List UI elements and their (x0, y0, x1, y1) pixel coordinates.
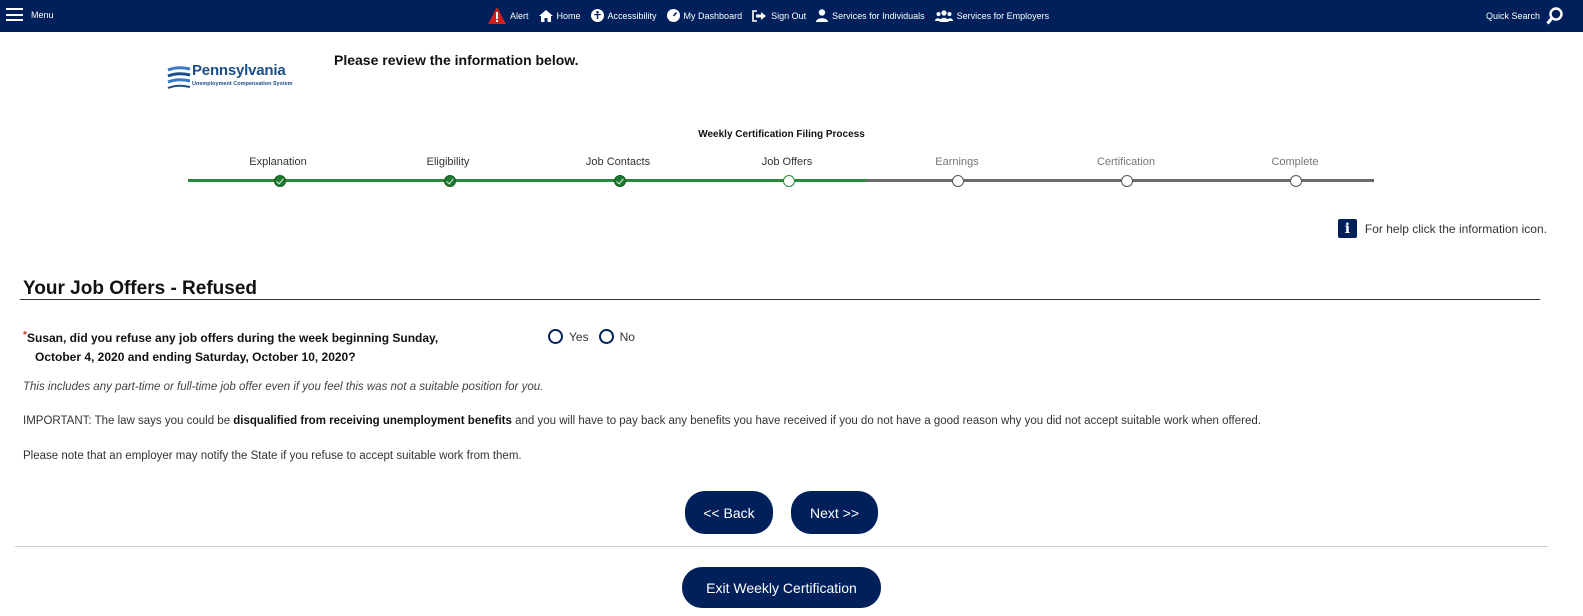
search-icon[interactable] (1546, 7, 1563, 25)
quick-search-label: Quick Search (1485, 11, 1540, 21)
help-hint: i For help click the information icon. (1337, 219, 1547, 238)
step-label-earnings: Earnings (935, 156, 979, 168)
important-notice: IMPORTANT: The law says you could be dis… (23, 415, 1261, 427)
logo-title: Pennsylvania (192, 62, 286, 79)
top-nav-links: Alert Home Accessibility My Dashboard Si… (488, 7, 1049, 24)
refused-offer-question: * Susan, did you refuse any job offers d… (23, 329, 527, 367)
accessibility-icon (590, 9, 604, 22)
progress-tracker: Explanation Eligibility Job Contacts Job… (0, 150, 1583, 190)
alert-icon (488, 7, 506, 24)
important-prefix: IMPORTANT: The law says you could be (23, 415, 234, 427)
help-text: For help click the information icon. (1364, 221, 1547, 236)
nav-dashboard-label: My Dashboard (683, 10, 743, 21)
radio-no-label[interactable]: No (620, 330, 635, 344)
dashboard-icon (666, 9, 680, 22)
employer-notify-note: Please note that an employer may notify … (23, 450, 522, 462)
question-line-1: Susan, did you refuse any job offers dur… (27, 331, 439, 345)
step-label-certification: Certification (1096, 156, 1156, 168)
home-icon (538, 9, 553, 22)
menu-label: Menu (31, 9, 54, 20)
step-label-job-offers: Job Offers (761, 156, 813, 168)
menu-button[interactable]: Menu (6, 8, 54, 21)
step-dot-job-contacts-check-icon (614, 175, 626, 187)
important-suffix: and you will have to pay back any benefi… (511, 415, 1261, 427)
nav-accessibility-label: Accessibility (607, 10, 657, 21)
next-button[interactable]: Next >> (791, 491, 878, 534)
step-dot-eligibility-check-icon (444, 175, 456, 187)
footer-divider (15, 546, 1548, 547)
nav-home[interactable]: Home (538, 9, 581, 22)
nav-services-individuals[interactable]: Services for Individuals (816, 9, 925, 22)
step-label-explanation: Explanation (249, 156, 307, 168)
nav-home-label: Home (556, 10, 581, 21)
step-label-eligibility: Eligibility (426, 156, 470, 168)
radio-yes-label[interactable]: Yes (569, 330, 589, 344)
step-dot-certification (1121, 175, 1133, 187)
required-marker: * (23, 330, 27, 341)
step-label-complete: Complete (1271, 156, 1319, 168)
review-heading: Please review the information below. (334, 52, 579, 68)
progress-line-complete (188, 179, 866, 182)
logo-subtitle: Unemployment Compensation System (192, 81, 293, 87)
question-line-2: October 4, 2020 and ending Saturday, Oct… (35, 350, 356, 364)
radio-no[interactable]: No (598, 329, 635, 344)
nav-accessibility[interactable]: Accessibility (590, 9, 657, 22)
nav-services-individuals-label: Services for Individuals (832, 10, 925, 21)
nav-sign-out-label: Sign Out (771, 10, 807, 21)
progress-title: Weekly Certification Filing Process (698, 129, 865, 140)
nav-dashboard[interactable]: My Dashboard (666, 9, 743, 22)
radio-no-circle[interactable] (598, 329, 614, 344)
nav-alert[interactable]: Alert (488, 7, 529, 24)
nav-services-employers[interactable]: Services for Employers (934, 9, 1050, 22)
info-icon[interactable]: i (1337, 219, 1357, 238)
step-dot-earnings (952, 175, 964, 187)
refused-offer-radio-group: Yes No (548, 329, 639, 344)
exit-weekly-certification-button[interactable]: Exit Weekly Certification (682, 567, 881, 608)
section-divider (20, 299, 1540, 300)
top-nav-bar: Menu Alert Home Accessibility My Dashboa… (0, 0, 1583, 32)
important-bold: disqualified from receiving unemployment… (233, 415, 512, 427)
nav-sign-out[interactable]: Sign Out (752, 9, 807, 22)
sign-out-icon (752, 9, 767, 22)
section-title: Your Job Offers - Refused (23, 278, 258, 299)
step-dot-complete (1290, 175, 1302, 187)
step-dot-job-offers (783, 175, 795, 187)
quick-search[interactable]: Quick Search (1486, 7, 1563, 25)
nav-services-employers-label: Services for Employers (956, 10, 1050, 21)
nav-alert-label: Alert (510, 10, 529, 21)
person-icon (816, 9, 829, 22)
pa-uc-logo: Pennsylvania Unemployment Compensation S… (166, 60, 316, 92)
back-button[interactable]: << Back (685, 491, 773, 534)
step-label-job-contacts: Job Contacts (585, 156, 651, 168)
job-offer-note: This includes any part-time or full-time… (23, 381, 544, 393)
radio-yes-circle[interactable] (548, 329, 563, 344)
logo-flag-icon (167, 66, 191, 89)
radio-yes[interactable]: Yes (548, 329, 589, 344)
hamburger-icon (6, 8, 23, 21)
step-dot-explanation-check-icon (274, 175, 286, 187)
group-icon (934, 9, 953, 22)
